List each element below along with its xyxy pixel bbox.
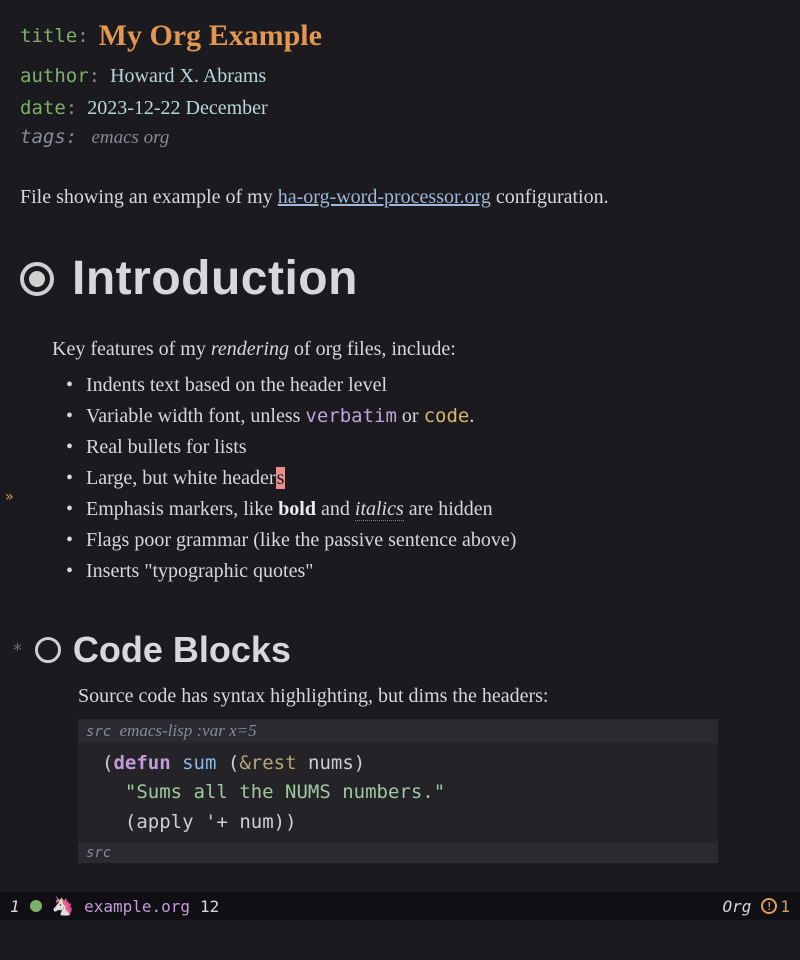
meta-title-key: title bbox=[20, 25, 77, 47]
meta-tags-key: tags: bbox=[20, 126, 77, 148]
feature-list: Indents text based on the header level V… bbox=[66, 370, 780, 587]
heading-code-blocks: * Code Blocks bbox=[12, 629, 780, 671]
meta-author-value: Howard X. Abrams bbox=[110, 60, 266, 92]
heading-bullet-icon bbox=[20, 262, 54, 296]
meta-date-key: date bbox=[20, 97, 66, 119]
meta-date-value: 2023-12-22 December bbox=[87, 92, 268, 124]
list-item: Flags poor grammar (like the passive sen… bbox=[66, 525, 780, 556]
meta-date-row: date: 2023-12-22 December bbox=[20, 92, 780, 124]
intro-section-body: Key features of my rendering of org file… bbox=[52, 334, 780, 587]
list-item: Real bullets for lists bbox=[66, 432, 780, 463]
window-number: 1 bbox=[10, 897, 20, 916]
code-section-body: Source code has syntax highlighting, but… bbox=[78, 681, 780, 863]
major-mode[interactable]: Org bbox=[722, 897, 751, 916]
code-intro-para: Source code has syntax highlighting, but… bbox=[78, 681, 780, 711]
intro-paragraph: File showing an example of my ha-org-wor… bbox=[20, 183, 780, 211]
list-item: Variable width font, unless verbatim or … bbox=[66, 401, 780, 432]
heading-bullet-icon bbox=[35, 637, 61, 663]
line-number: 12 bbox=[200, 897, 219, 916]
flycheck-warnings[interactable]: ! 1 bbox=[761, 897, 790, 916]
code-text: code bbox=[424, 405, 470, 427]
heading-introduction: Introduction bbox=[20, 251, 780, 306]
meta-tags-value: emacs org bbox=[91, 127, 169, 148]
meta-author-row: author: Howard X. Abrams bbox=[20, 60, 780, 92]
heading-2-text: Code Blocks bbox=[73, 629, 291, 671]
mode-line[interactable]: 1 🦄 example.org 12 Org ! 1 bbox=[0, 892, 800, 920]
list-item: Large, but white headers bbox=[66, 463, 780, 494]
config-link[interactable]: ha-org-word-processor.org bbox=[278, 186, 491, 208]
buffer-name[interactable]: example.org bbox=[84, 897, 190, 916]
buffer-clean-indicator bbox=[30, 900, 42, 912]
meta-author-key: author bbox=[20, 65, 89, 87]
src-block-begin: src emacs-lisp :var x=5 bbox=[78, 719, 718, 743]
list-item: Emphasis markers, like bold and italics … bbox=[66, 494, 780, 525]
list-item: Inserts "typographic quotes" bbox=[66, 556, 780, 587]
features-lead: Key features of my rendering of org file… bbox=[52, 334, 780, 364]
src-block-end: src bbox=[78, 843, 718, 863]
fringe-indicator: » bbox=[5, 489, 13, 505]
document-title: My Org Example bbox=[99, 12, 322, 60]
editor-buffer[interactable]: title: My Org Example author: Howard X. … bbox=[0, 0, 800, 895]
unicorn-icon: 🦄 bbox=[52, 896, 74, 917]
meta-tags-row: tags: emacs org bbox=[20, 126, 780, 149]
meta-title-row: title: My Org Example bbox=[20, 12, 780, 60]
text-cursor: s bbox=[276, 467, 286, 489]
org-star-prefix: * bbox=[12, 640, 23, 661]
list-item: Indents text based on the header level bbox=[66, 370, 780, 401]
verbatim-text: verbatim bbox=[305, 405, 397, 427]
heading-1-text: Introduction bbox=[72, 251, 358, 306]
source-code-block[interactable]: (defun sum (&rest nums) "Sums all the NU… bbox=[78, 743, 718, 843]
warning-icon: ! bbox=[761, 898, 777, 914]
